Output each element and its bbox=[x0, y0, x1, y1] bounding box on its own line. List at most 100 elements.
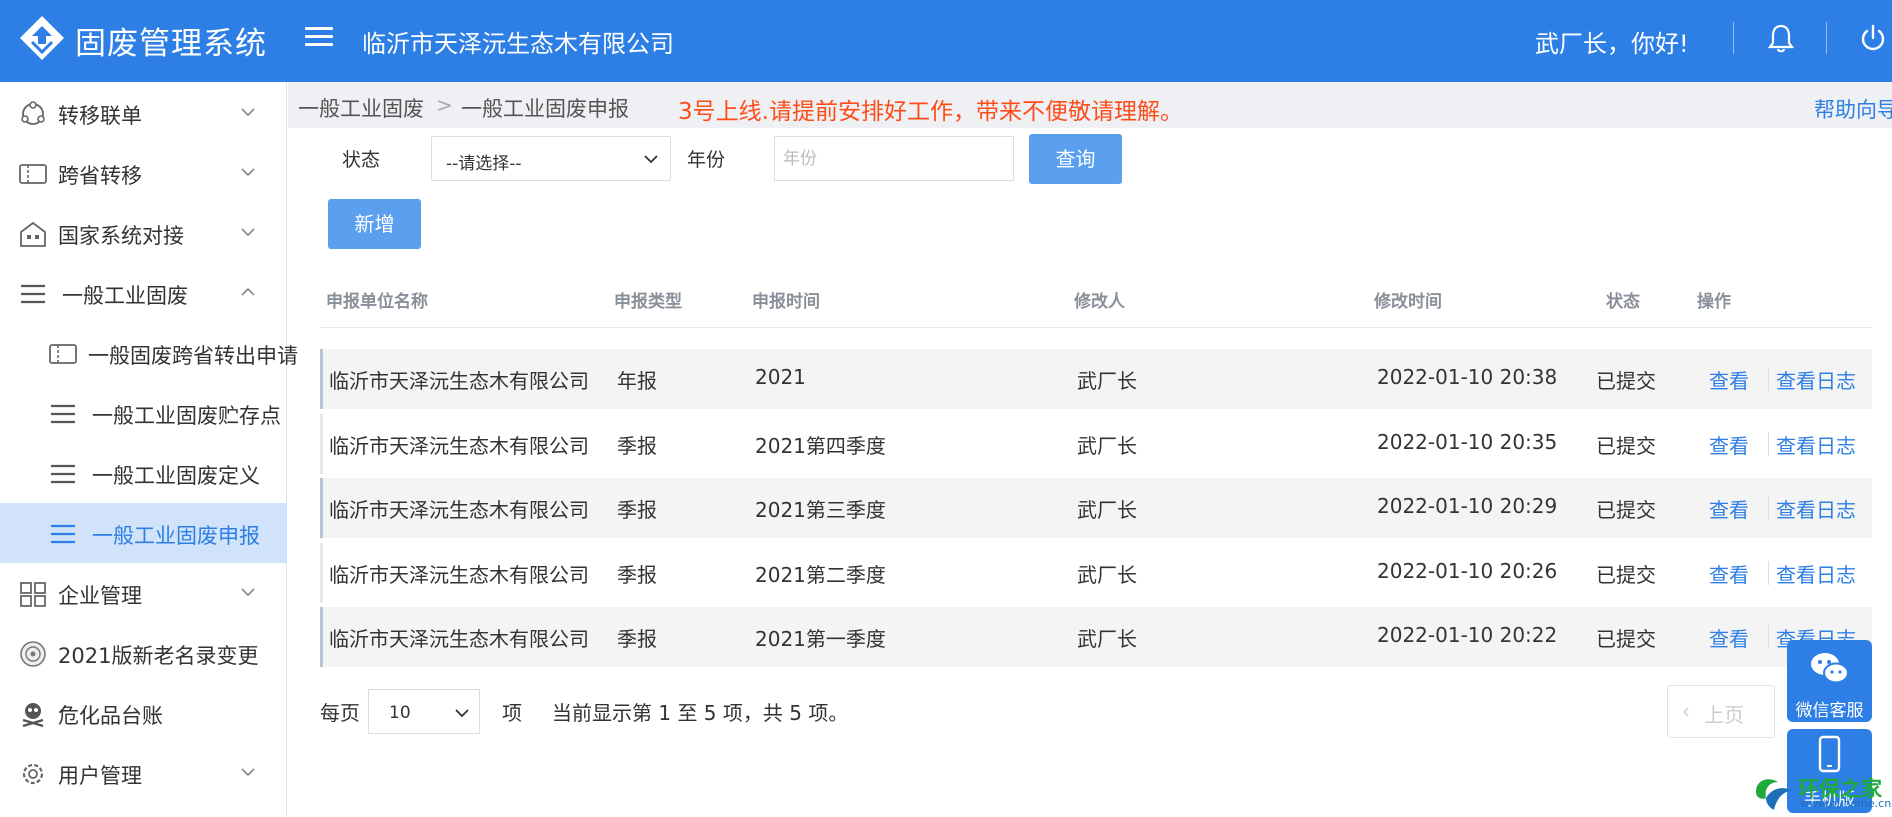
prev-page-label: 上页 bbox=[1704, 703, 1744, 727]
sidebar-item-declaration[interactable]: 一般工业固废申报 bbox=[0, 503, 287, 563]
chevron-left-icon: ‹ bbox=[1682, 699, 1690, 723]
action-divider bbox=[1768, 625, 1769, 649]
action-divider bbox=[1768, 496, 1769, 520]
table-row: 临沂市天泽沅生态木有限公司 年报 2021 武厂长 2022-01-10 20:… bbox=[320, 349, 1872, 409]
breadcrumb-item[interactable]: 一般工业固废 bbox=[298, 93, 424, 123]
column-header: 操作 bbox=[1697, 292, 1731, 312]
sidebar-item-label: 企业管理 bbox=[58, 584, 142, 608]
prev-page-button[interactable]: ‹ 上页 bbox=[1667, 685, 1775, 738]
sidebar-item-label: 危化品台账 bbox=[58, 704, 163, 728]
seal-icon bbox=[20, 641, 46, 667]
cell-unit: 临沂市天泽沅生态木有限公司 bbox=[329, 369, 589, 393]
cell-status: 已提交 bbox=[1596, 498, 1656, 522]
cell-modifier: 武厂长 bbox=[1077, 498, 1137, 522]
wechat-service-label: 微信客服 bbox=[1795, 701, 1864, 721]
header-divider bbox=[1826, 22, 1827, 54]
sidebar-item-user-management[interactable]: 用户管理 bbox=[0, 743, 287, 803]
sidebar-item-enterprise[interactable]: 企业管理 bbox=[0, 563, 287, 623]
column-header[interactable]: 申报类型 bbox=[614, 287, 682, 312]
view-log-link[interactable]: 查看日志 bbox=[1776, 494, 1856, 523]
skull-icon bbox=[22, 703, 44, 728]
sidebar-item-label: 一般工业固废贮存点 bbox=[92, 404, 281, 428]
chevron-down-icon bbox=[241, 168, 255, 177]
cell-modifier: 武厂长 bbox=[1077, 627, 1137, 651]
bell-icon[interactable] bbox=[1766, 22, 1796, 54]
column-header[interactable]: 申报时间 bbox=[752, 287, 820, 312]
cell-type: 年报 bbox=[617, 369, 657, 393]
cell-status: 已提交 bbox=[1596, 563, 1656, 587]
sidebar-item-label: 一般固废跨省转出申请 bbox=[88, 344, 298, 368]
sidebar-item-definition[interactable]: 一般工业固废定义 bbox=[0, 443, 287, 503]
action-divider bbox=[1768, 561, 1769, 585]
cell-modifier: 武厂长 bbox=[1077, 563, 1137, 587]
column-header[interactable]: 修改时间 bbox=[1374, 287, 1442, 312]
query-button[interactable]: 查询 bbox=[1029, 134, 1122, 184]
sidebar-item-storage-point[interactable]: 一般工业固废贮存点 bbox=[0, 383, 287, 443]
column-header[interactable]: 状态 bbox=[1606, 287, 1640, 312]
app-title: 固废管理系统 bbox=[75, 26, 267, 62]
sidebar: 转移联单 跨省转移 国家系统对接 一般工业固废 一般固废跨省转出申请 一般工业固… bbox=[0, 82, 298, 817]
per-page-value: 10 bbox=[389, 703, 411, 723]
wechat-icon bbox=[1811, 653, 1849, 684]
top-header: 固废管理系统 临沂市天泽沅生态木有限公司 武厂长，你好! bbox=[0, 0, 1892, 82]
cell-unit: 临沂市天泽沅生态木有限公司 bbox=[329, 434, 589, 458]
sidebar-item-hazchem-ledger[interactable]: 危化品台账 bbox=[0, 683, 287, 743]
column-header[interactable]: 申报单位名称 bbox=[326, 287, 428, 312]
cell-time: 2021第四季度 bbox=[755, 434, 886, 458]
list-icon bbox=[51, 524, 75, 544]
gear-icon bbox=[22, 763, 44, 785]
view-link[interactable]: 查看 bbox=[1709, 365, 1749, 394]
cell-time: 2021第一季度 bbox=[755, 627, 886, 651]
view-log-link[interactable]: 查看日志 bbox=[1776, 365, 1856, 394]
sidebar-item-transfer-manifest[interactable]: 转移联单 bbox=[0, 83, 287, 143]
wechat-service-button[interactable]: 微信客服 bbox=[1787, 640, 1872, 722]
cell-modified: 2022-01-10 20:26 bbox=[1377, 559, 1558, 583]
chevron-down-icon bbox=[644, 155, 658, 164]
cell-modifier: 武厂长 bbox=[1077, 369, 1137, 393]
column-header[interactable]: 修改人 bbox=[1074, 287, 1125, 312]
menu-toggle-icon[interactable] bbox=[305, 22, 333, 50]
notice-marquee: 3号上线.请提前安排好工作，带来不便敬请理解。 bbox=[678, 99, 1183, 125]
building-icon bbox=[20, 221, 46, 247]
cell-time: 2021第三季度 bbox=[755, 498, 886, 522]
sidebar-item-label: 一般工业固废定义 bbox=[92, 464, 260, 488]
sidebar-item-label: 跨省转移 bbox=[58, 164, 142, 188]
chevron-down-icon bbox=[241, 108, 255, 117]
per-page-unit: 项 bbox=[502, 701, 522, 725]
view-link[interactable]: 查看 bbox=[1709, 559, 1749, 588]
chevron-down-icon bbox=[455, 709, 469, 718]
view-link[interactable]: 查看 bbox=[1709, 623, 1749, 652]
cell-type: 季报 bbox=[617, 498, 657, 522]
status-select[interactable]: --请选择-- bbox=[431, 136, 671, 181]
action-divider bbox=[1768, 367, 1769, 391]
breadcrumb-separator: > bbox=[436, 93, 453, 117]
cell-modified: 2022-01-10 20:22 bbox=[1377, 623, 1558, 647]
sidebar-item-cross-province-out-apply[interactable]: 一般固废跨省转出申请 bbox=[0, 323, 298, 383]
cell-unit: 临沂市天泽沅生态木有限公司 bbox=[329, 563, 589, 587]
add-button[interactable]: 新增 bbox=[328, 199, 421, 249]
sidebar-item-cross-province[interactable]: 跨省转移 bbox=[0, 143, 287, 203]
per-page-label: 每页 bbox=[320, 701, 360, 725]
view-log-link[interactable]: 查看日志 bbox=[1776, 559, 1856, 588]
year-input[interactable] bbox=[774, 136, 1014, 181]
cell-status: 已提交 bbox=[1596, 627, 1656, 651]
sidebar-item-national-system[interactable]: 国家系统对接 bbox=[0, 203, 287, 263]
status-select-value: --请选择-- bbox=[446, 154, 522, 174]
per-page-select[interactable]: 10 bbox=[368, 689, 480, 734]
sidebar-item-label: 2021版新老名录变更 bbox=[58, 644, 259, 668]
table-row: 临沂市天泽沅生态木有限公司 季报 2021第三季度 武厂长 2022-01-10… bbox=[320, 478, 1872, 538]
help-guide-link[interactable]: 帮助向导 bbox=[1814, 94, 1892, 124]
power-icon[interactable] bbox=[1858, 22, 1888, 54]
view-link[interactable]: 查看 bbox=[1709, 430, 1749, 459]
view-link[interactable]: 查看 bbox=[1709, 494, 1749, 523]
table-header-divider bbox=[320, 327, 1872, 328]
view-log-link[interactable]: 查看日志 bbox=[1776, 430, 1856, 459]
status-label: 状态 bbox=[342, 149, 381, 171]
list-icon bbox=[51, 404, 75, 424]
sidebar-item-general-solid-waste[interactable]: 一般工业固废 bbox=[0, 263, 287, 323]
year-label: 年份 bbox=[687, 149, 726, 171]
sidebar-item-catalog-change[interactable]: 2021版新老名录变更 bbox=[0, 623, 287, 683]
chevron-up-icon bbox=[241, 287, 255, 296]
action-divider bbox=[1768, 432, 1769, 456]
chevron-down-icon bbox=[241, 768, 255, 777]
